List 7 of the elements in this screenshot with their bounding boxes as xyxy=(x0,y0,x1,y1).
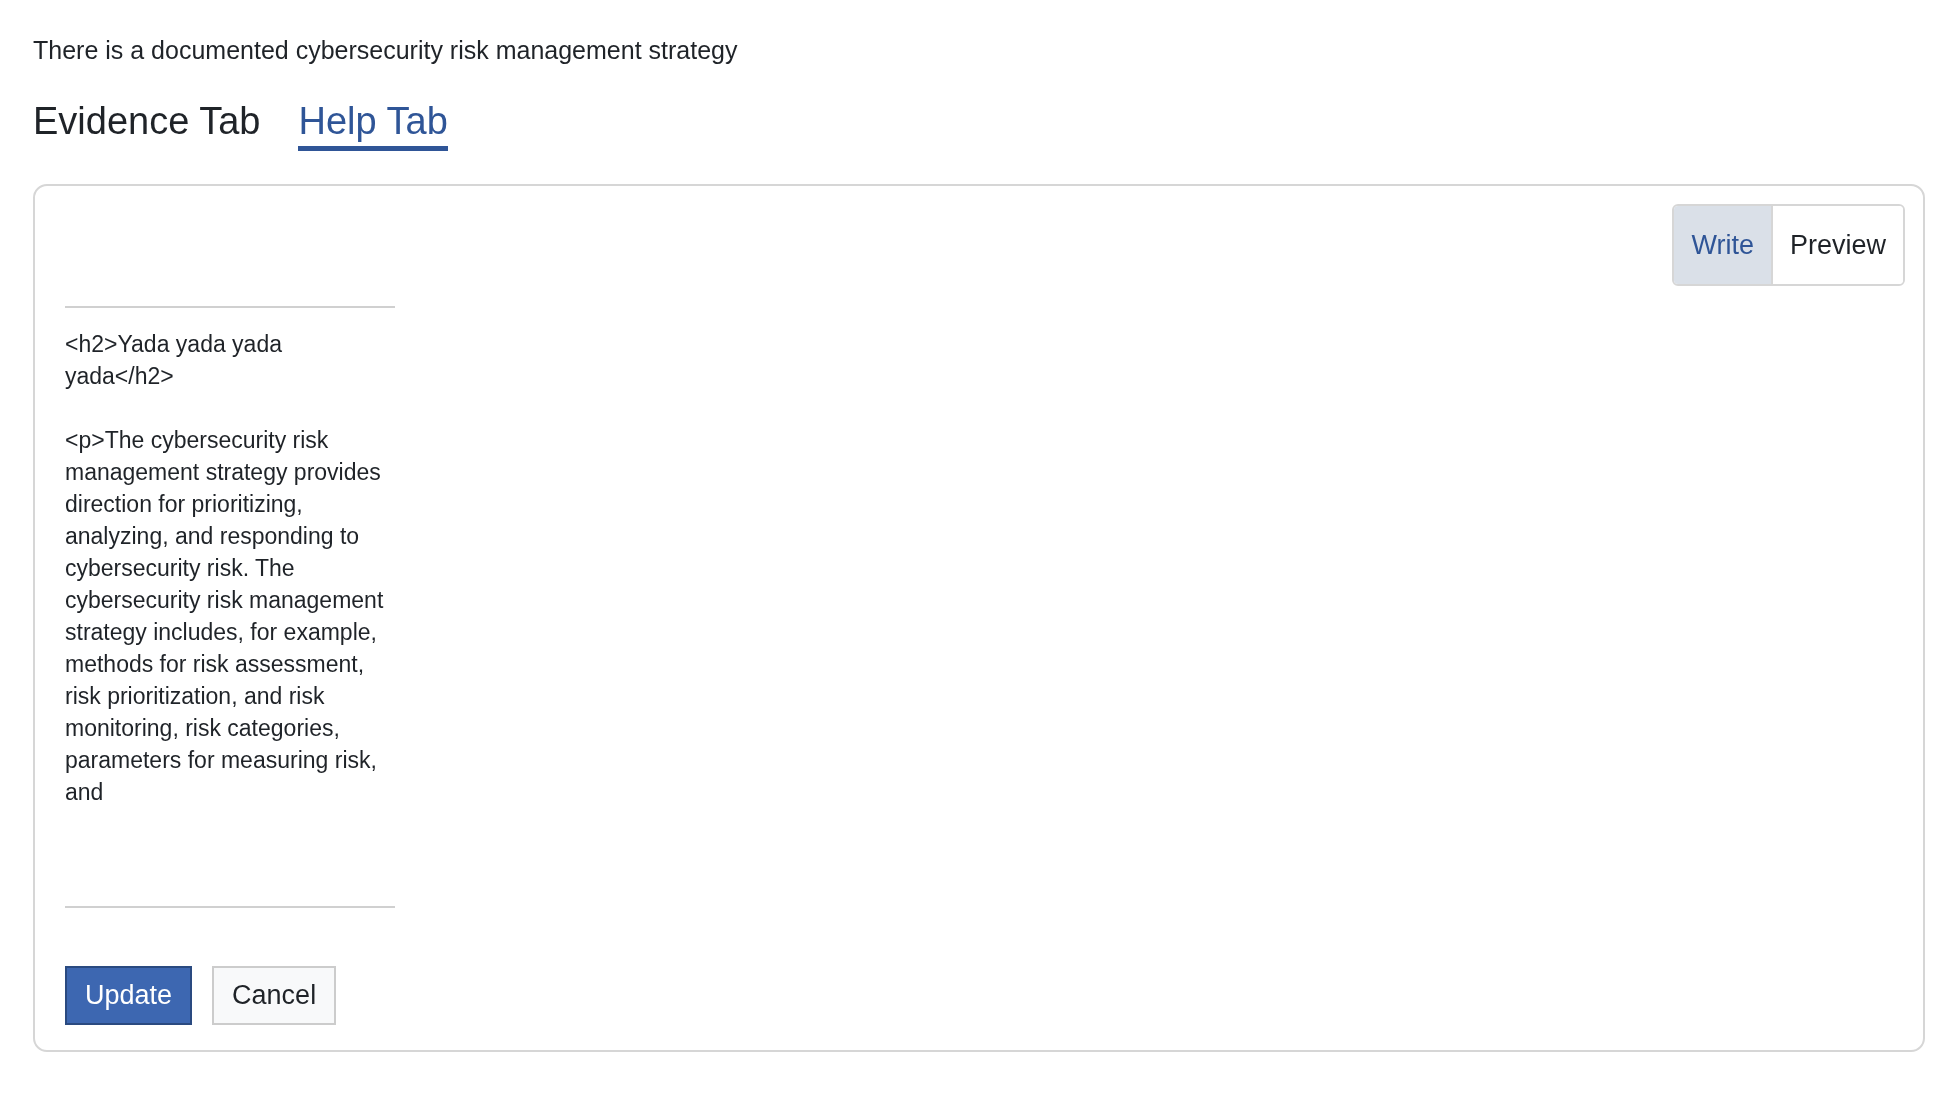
text-area[interactable]: <h2>Yada yada yada yada</h2> <p>The cybersecurity risk management strategy provides direction for prioritizing, analyzing, and responding to cybersecurity risk. The cybersecurity risk management strategy includes, for example, methods for risk assessment, risk prioritization, and risk monitoring, risk categories, parameters for measuring risk, and xyxy=(65,306,395,908)
tab[interactable]: Help Tab xyxy=(298,98,448,151)
mode-tab[interactable]: Write xyxy=(1674,206,1773,284)
update-button[interactable]: Update xyxy=(65,966,193,1025)
question-text: There is a documented cybersecurity risk management strategy xyxy=(33,35,739,66)
tab[interactable]: Evidence Tab xyxy=(33,98,261,151)
cancel-button[interactable]: Cancel xyxy=(212,966,337,1025)
